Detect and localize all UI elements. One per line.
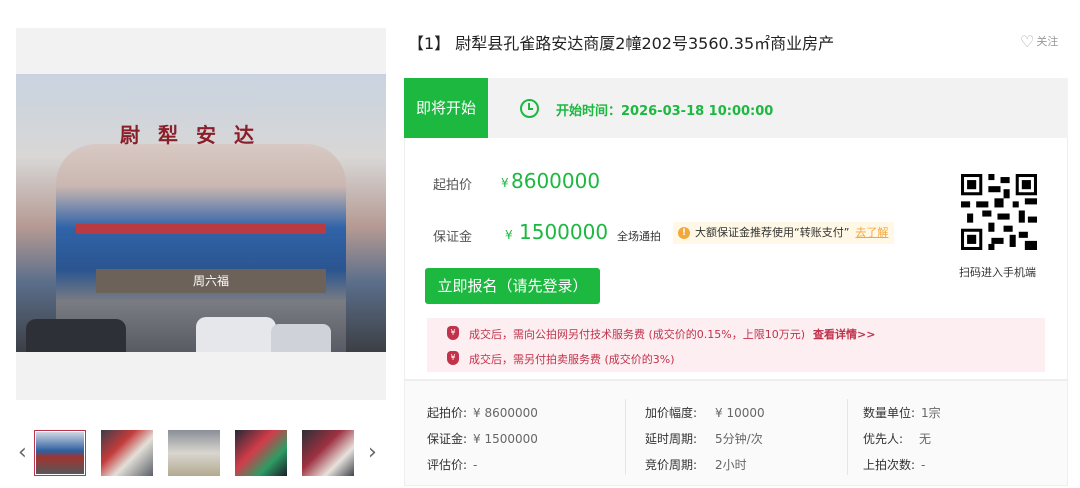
deposit-label: 保证金 [433, 230, 473, 245]
image-gallery: 尉犁安达 周六福 [16, 28, 386, 400]
fee-line-2: ¥ 成交后，需另付拍卖服务费 (成交价的3%) [447, 351, 675, 367]
info-deposit: 保证金: ¥ 1500000 [427, 432, 538, 446]
thumbnail-5[interactable] [302, 430, 354, 476]
auction-title: 【1】 尉犁县孔雀路安达商厦2幢202号3560.35㎡商业房产 [408, 34, 835, 53]
start-price-value: 8600000 [511, 169, 601, 193]
thumbnail-3[interactable] [168, 430, 220, 476]
auction-info-grid: 起拍价: ¥ 8600000 保证金: ¥ 1500000 评估价: - 加价幅度: ¥… [404, 380, 1068, 486]
qr-code-icon [961, 174, 1037, 250]
building-banner [76, 224, 326, 234]
thumbnail-1[interactable] [34, 430, 86, 476]
deposit-tip: ! 大额保证金推荐使用“转账支付” 去了解 [673, 222, 895, 244]
fee-text-2: 成交后，需另付拍卖服务费 (成交价的3%) [469, 353, 675, 366]
info-extension: 延时周期: 5分钟/次 [645, 432, 763, 446]
thumbnail-strip: ‹ › [16, 426, 386, 482]
tip-learn-more-link[interactable]: 去了解 [855, 226, 888, 239]
fee-line-1: ¥ 成交后，需向公拍网另付技术服务费 (成交价的0.15%，上限10万元) 查看详… [447, 326, 875, 342]
register-button[interactable]: 立即报名（请先登录） [425, 268, 600, 304]
deposit-value: 1500000 [519, 220, 609, 244]
info-bid-cycle: 竞价周期: 2小时 [645, 458, 747, 472]
chevron-right-icon[interactable]: › [368, 440, 377, 466]
warning-icon: ! [678, 227, 690, 239]
money-bag-icon: ¥ [447, 326, 459, 340]
info-appraisal: 评估价: - [427, 458, 478, 472]
info-start-price: 起拍价: ¥ 8600000 [427, 406, 538, 420]
status-badge: 即将开始 [404, 78, 488, 138]
fee-text-1: 成交后，需向公拍网另付技术服务费 (成交价的0.15%，上限10万元) [469, 328, 806, 341]
fee-notice: ¥ 成交后，需向公拍网另付技术服务费 (成交价的0.15%，上限10万元) 查看详… [427, 318, 1045, 372]
price-panel: 起拍价 ¥ 8600000 保证金 ¥ 1500000 全场通拍 ! 大额保证金… [404, 138, 1068, 380]
heart-icon: ♡ [1020, 32, 1035, 51]
car [196, 317, 276, 352]
info-priority: 优先人: 无 [863, 432, 932, 446]
qr-caption: 扫码进入手机端 [959, 266, 1036, 279]
status-bar: 即将开始 开始时间：2026-03-18 10:00:00 [404, 78, 1068, 138]
shop-sign: 周六福 [96, 269, 326, 293]
info-listing-count: 上拍次数: - [863, 458, 926, 472]
info-increment: 加价幅度: ¥ 10000 [645, 406, 765, 420]
view-details-link[interactable]: 查看详情>> [813, 328, 875, 341]
thumbnail-2[interactable] [101, 430, 153, 476]
clock-icon [520, 99, 539, 118]
column-divider [847, 399, 848, 475]
start-time: 开始时间：2026-03-18 10:00:00 [556, 104, 774, 119]
money-bag-icon: ¥ [447, 351, 459, 365]
follow-button[interactable]: ♡ 关注 [1020, 32, 1058, 51]
car [26, 319, 126, 352]
yen-symbol: ¥ [501, 176, 509, 190]
deposit-scope: 全场通拍 [617, 230, 661, 243]
follow-label: 关注 [1036, 35, 1059, 48]
tip-text: 大额保证金推荐使用“转账支付” [695, 226, 850, 239]
chevron-left-icon[interactable]: ‹ [18, 440, 27, 466]
main-property-photo[interactable]: 尉犁安达 周六福 [16, 74, 386, 352]
start-price-label: 起拍价 [433, 178, 473, 193]
yen-symbol: ¥ [505, 228, 513, 242]
thumbnail-4[interactable] [235, 430, 287, 476]
building-sign: 尉犁安达 [120, 123, 272, 147]
info-quantity-unit: 数量单位: 1宗 [863, 406, 941, 420]
column-divider [625, 399, 626, 475]
car [271, 324, 331, 352]
